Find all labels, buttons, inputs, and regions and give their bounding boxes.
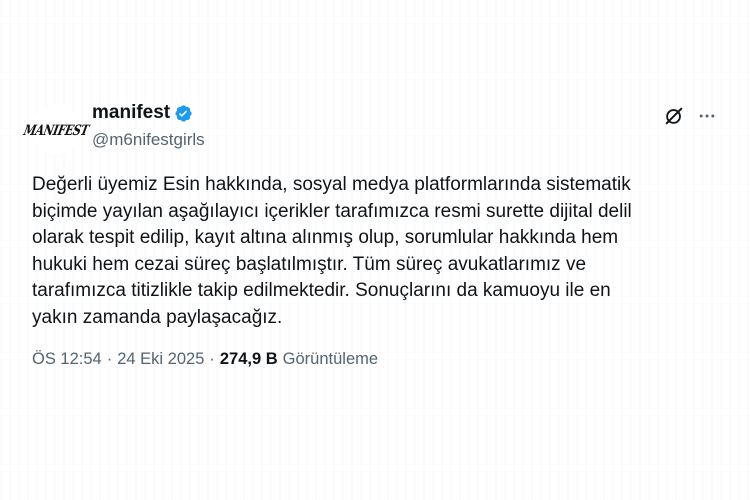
meta-separator: · — [209, 350, 215, 368]
avatar[interactable]: MANIFEST — [22, 106, 90, 154]
grok-button[interactable] — [662, 106, 686, 130]
tweet-date[interactable]: 24 Eki 2025 — [117, 350, 204, 369]
tweet: MANIFEST manifest @m6nifestgirls Değerli… — [22, 100, 732, 369]
author-handle[interactable]: @m6nifestgirls — [92, 130, 205, 150]
tweet-meta: ÖS 12:54 · 24 Eki 2025 · 274,9 B Görüntü… — [32, 350, 732, 369]
verified-badge-icon[interactable] — [174, 104, 193, 123]
tweet-time[interactable]: ÖS 12:54 — [32, 350, 102, 369]
author-name-row: manifest — [92, 102, 193, 124]
display-name[interactable]: manifest — [92, 102, 170, 124]
views-label: Görüntüleme — [282, 350, 379, 368]
more-icon — [697, 106, 717, 131]
tweet-header: MANIFEST manifest @m6nifestgirls — [22, 100, 732, 156]
views-count[interactable]: 274,9 B — [220, 350, 278, 369]
grok-icon — [663, 105, 685, 132]
more-options-button[interactable] — [695, 106, 719, 130]
meta-separator: · — [106, 350, 113, 368]
avatar-logo: MANIFEST — [22, 121, 90, 139]
tweet-text: Değerli üyemiz Esin hakkında, sosyal med… — [32, 174, 632, 328]
